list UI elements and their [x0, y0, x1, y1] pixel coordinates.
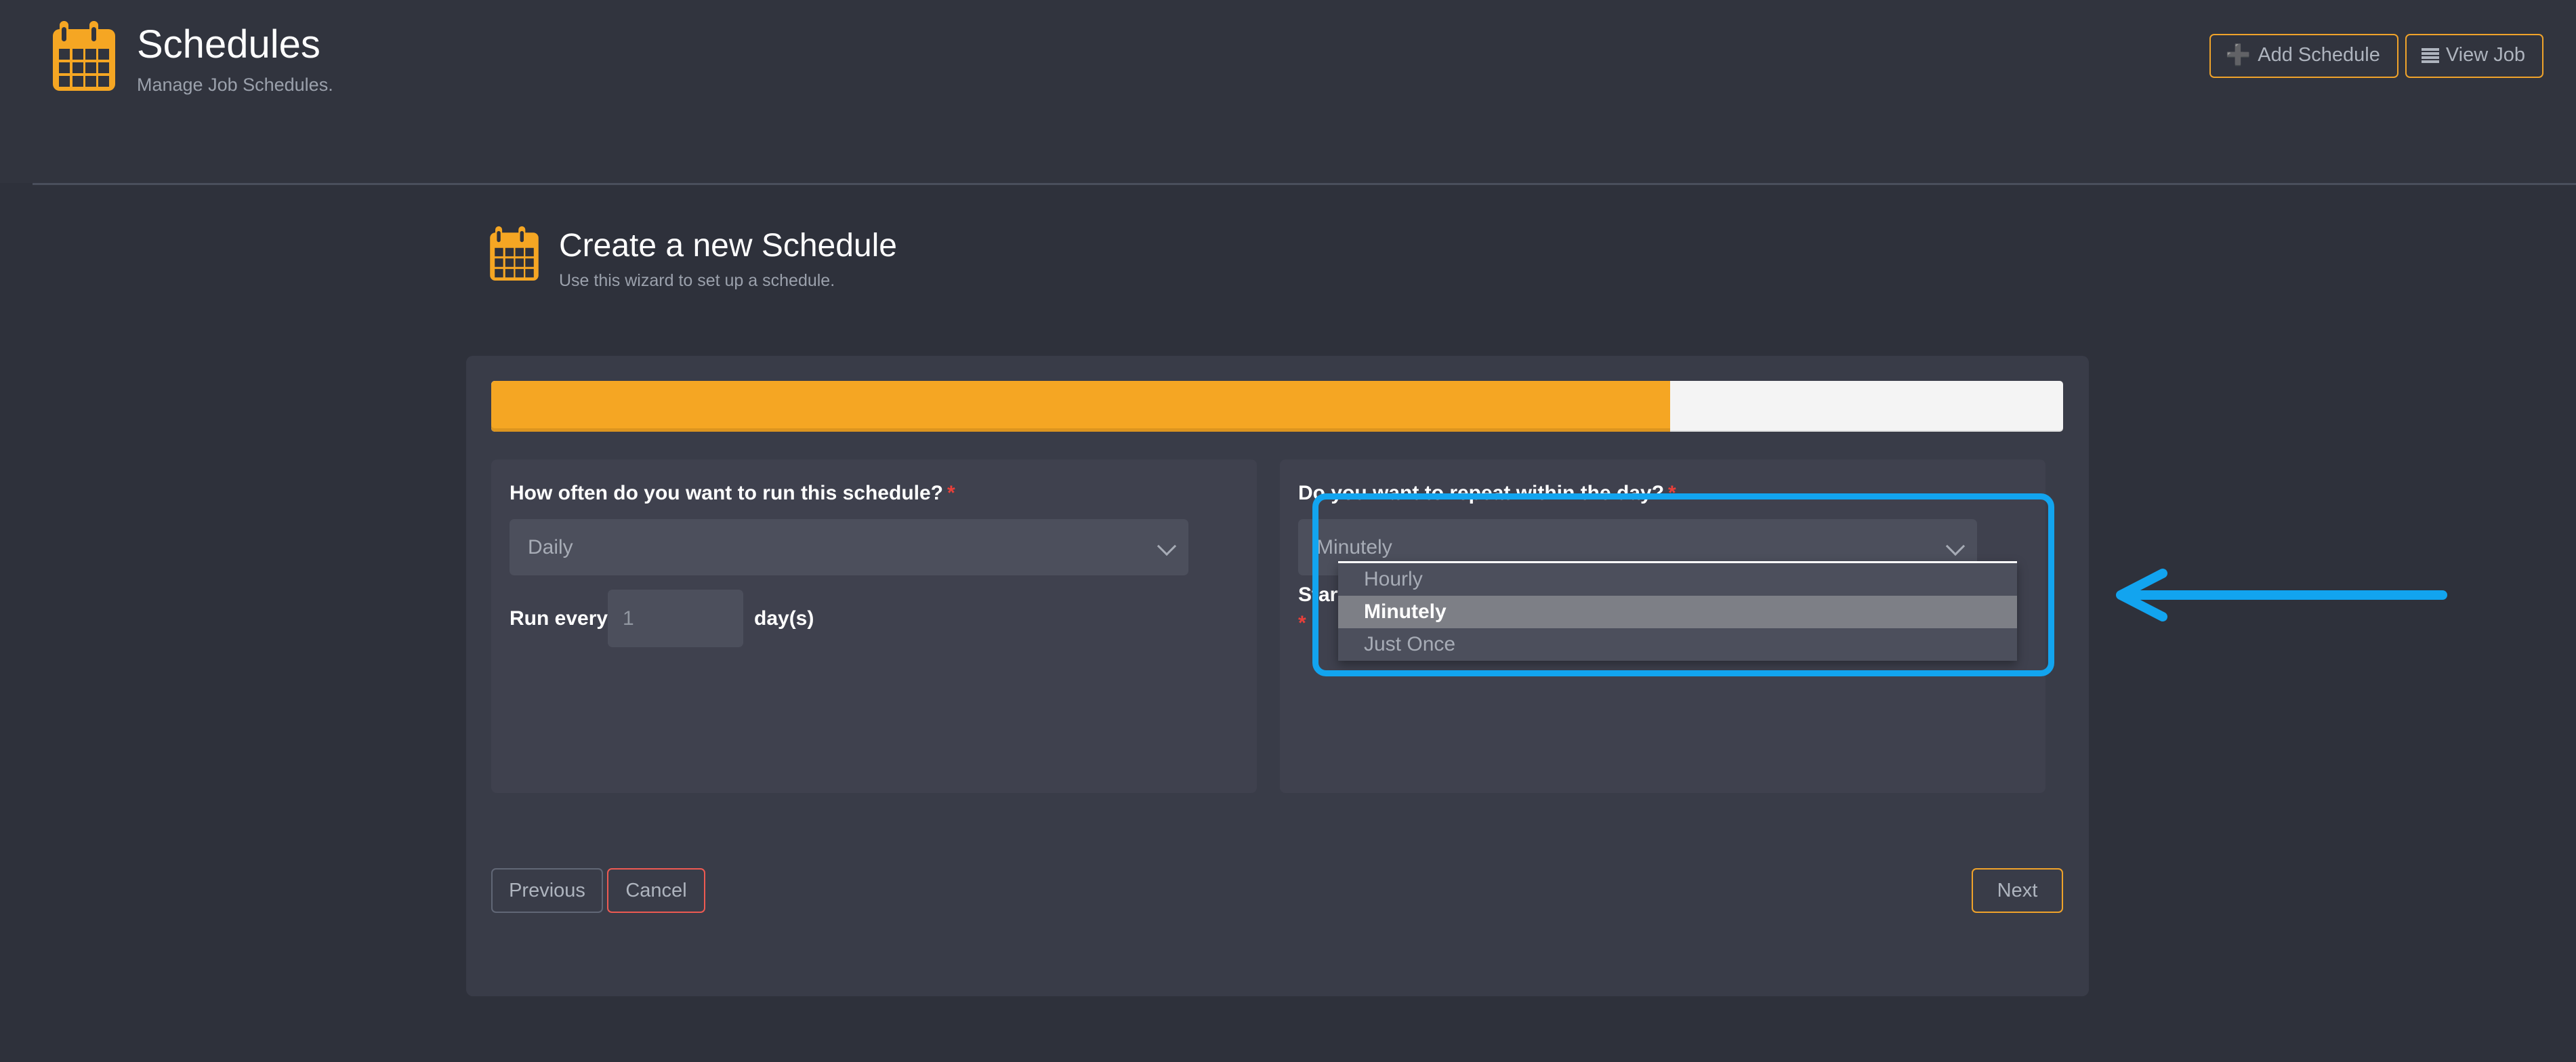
header-actions: ➕ Add Schedule View Job — [2209, 34, 2543, 78]
app-root: Schedules Manage Job Schedules. ➕ Add Sc… — [0, 0, 2576, 1062]
required-asterisk: * — [947, 482, 955, 504]
wizard-heading: Create a new Schedule Use this wizard to… — [490, 224, 897, 291]
start-at-required: * — [1298, 612, 1306, 634]
header-divider — [33, 183, 2576, 185]
repeat-dropdown-list[interactable]: Hourly Minutely Just Once — [1338, 561, 2017, 661]
wizard-progress-fill — [491, 381, 1670, 432]
previous-button[interactable]: Previous — [491, 868, 603, 913]
cancel-button[interactable]: Cancel — [607, 868, 705, 913]
list-icon — [2421, 47, 2439, 63]
calendar-icon — [490, 226, 539, 281]
page-brand: Schedules Manage Job Schedules. — [53, 18, 333, 96]
repeat-select-value: Minutely — [1316, 535, 1392, 558]
run-every-unit: day(s) — [754, 607, 814, 630]
arrow-left-icon — [2116, 569, 2447, 621]
chevron-down-icon — [1945, 536, 1966, 556]
run-every-label: Run every — [510, 607, 608, 630]
page-header: Schedules Manage Job Schedules. ➕ Add Sc… — [0, 0, 2576, 183]
wizard-progress-bar — [491, 381, 2063, 432]
required-asterisk: * — [1668, 482, 1676, 504]
page-title: Schedules — [137, 22, 320, 66]
dropdown-option-minutely[interactable]: Minutely — [1338, 596, 2017, 628]
frequency-panel: How often do you want to run this schedu… — [491, 459, 1257, 793]
dropdown-option-hourly[interactable]: Hourly — [1338, 563, 2017, 596]
next-button[interactable]: Next — [1972, 868, 2063, 913]
view-job-button[interactable]: View Job — [2405, 34, 2543, 78]
page-subtitle: Manage Job Schedules. — [137, 74, 333, 95]
calendar-icon — [53, 21, 115, 91]
frequency-select[interactable]: Daily — [510, 519, 1188, 575]
repeat-question: Do you want to repeat within the day? * — [1298, 482, 1676, 504]
wizard-card: How often do you want to run this schedu… — [466, 356, 2089, 996]
chevron-down-icon — [1157, 536, 1177, 556]
view-job-label: View Job — [2445, 44, 2525, 66]
frequency-question: How often do you want to run this schedu… — [510, 482, 955, 504]
frequency-select-value: Daily — [528, 535, 573, 558]
wizard-subtitle: Use this wizard to set up a schedule. — [559, 271, 835, 291]
run-every-input[interactable] — [608, 590, 743, 647]
plus-icon: ➕ — [2225, 43, 2251, 66]
wizard-title: Create a new Schedule — [559, 228, 897, 264]
add-schedule-label: Add Schedule — [2258, 44, 2380, 66]
add-schedule-button[interactable]: ➕ Add Schedule — [2209, 34, 2398, 78]
dropdown-option-just-once[interactable]: Just Once — [1338, 628, 2017, 661]
